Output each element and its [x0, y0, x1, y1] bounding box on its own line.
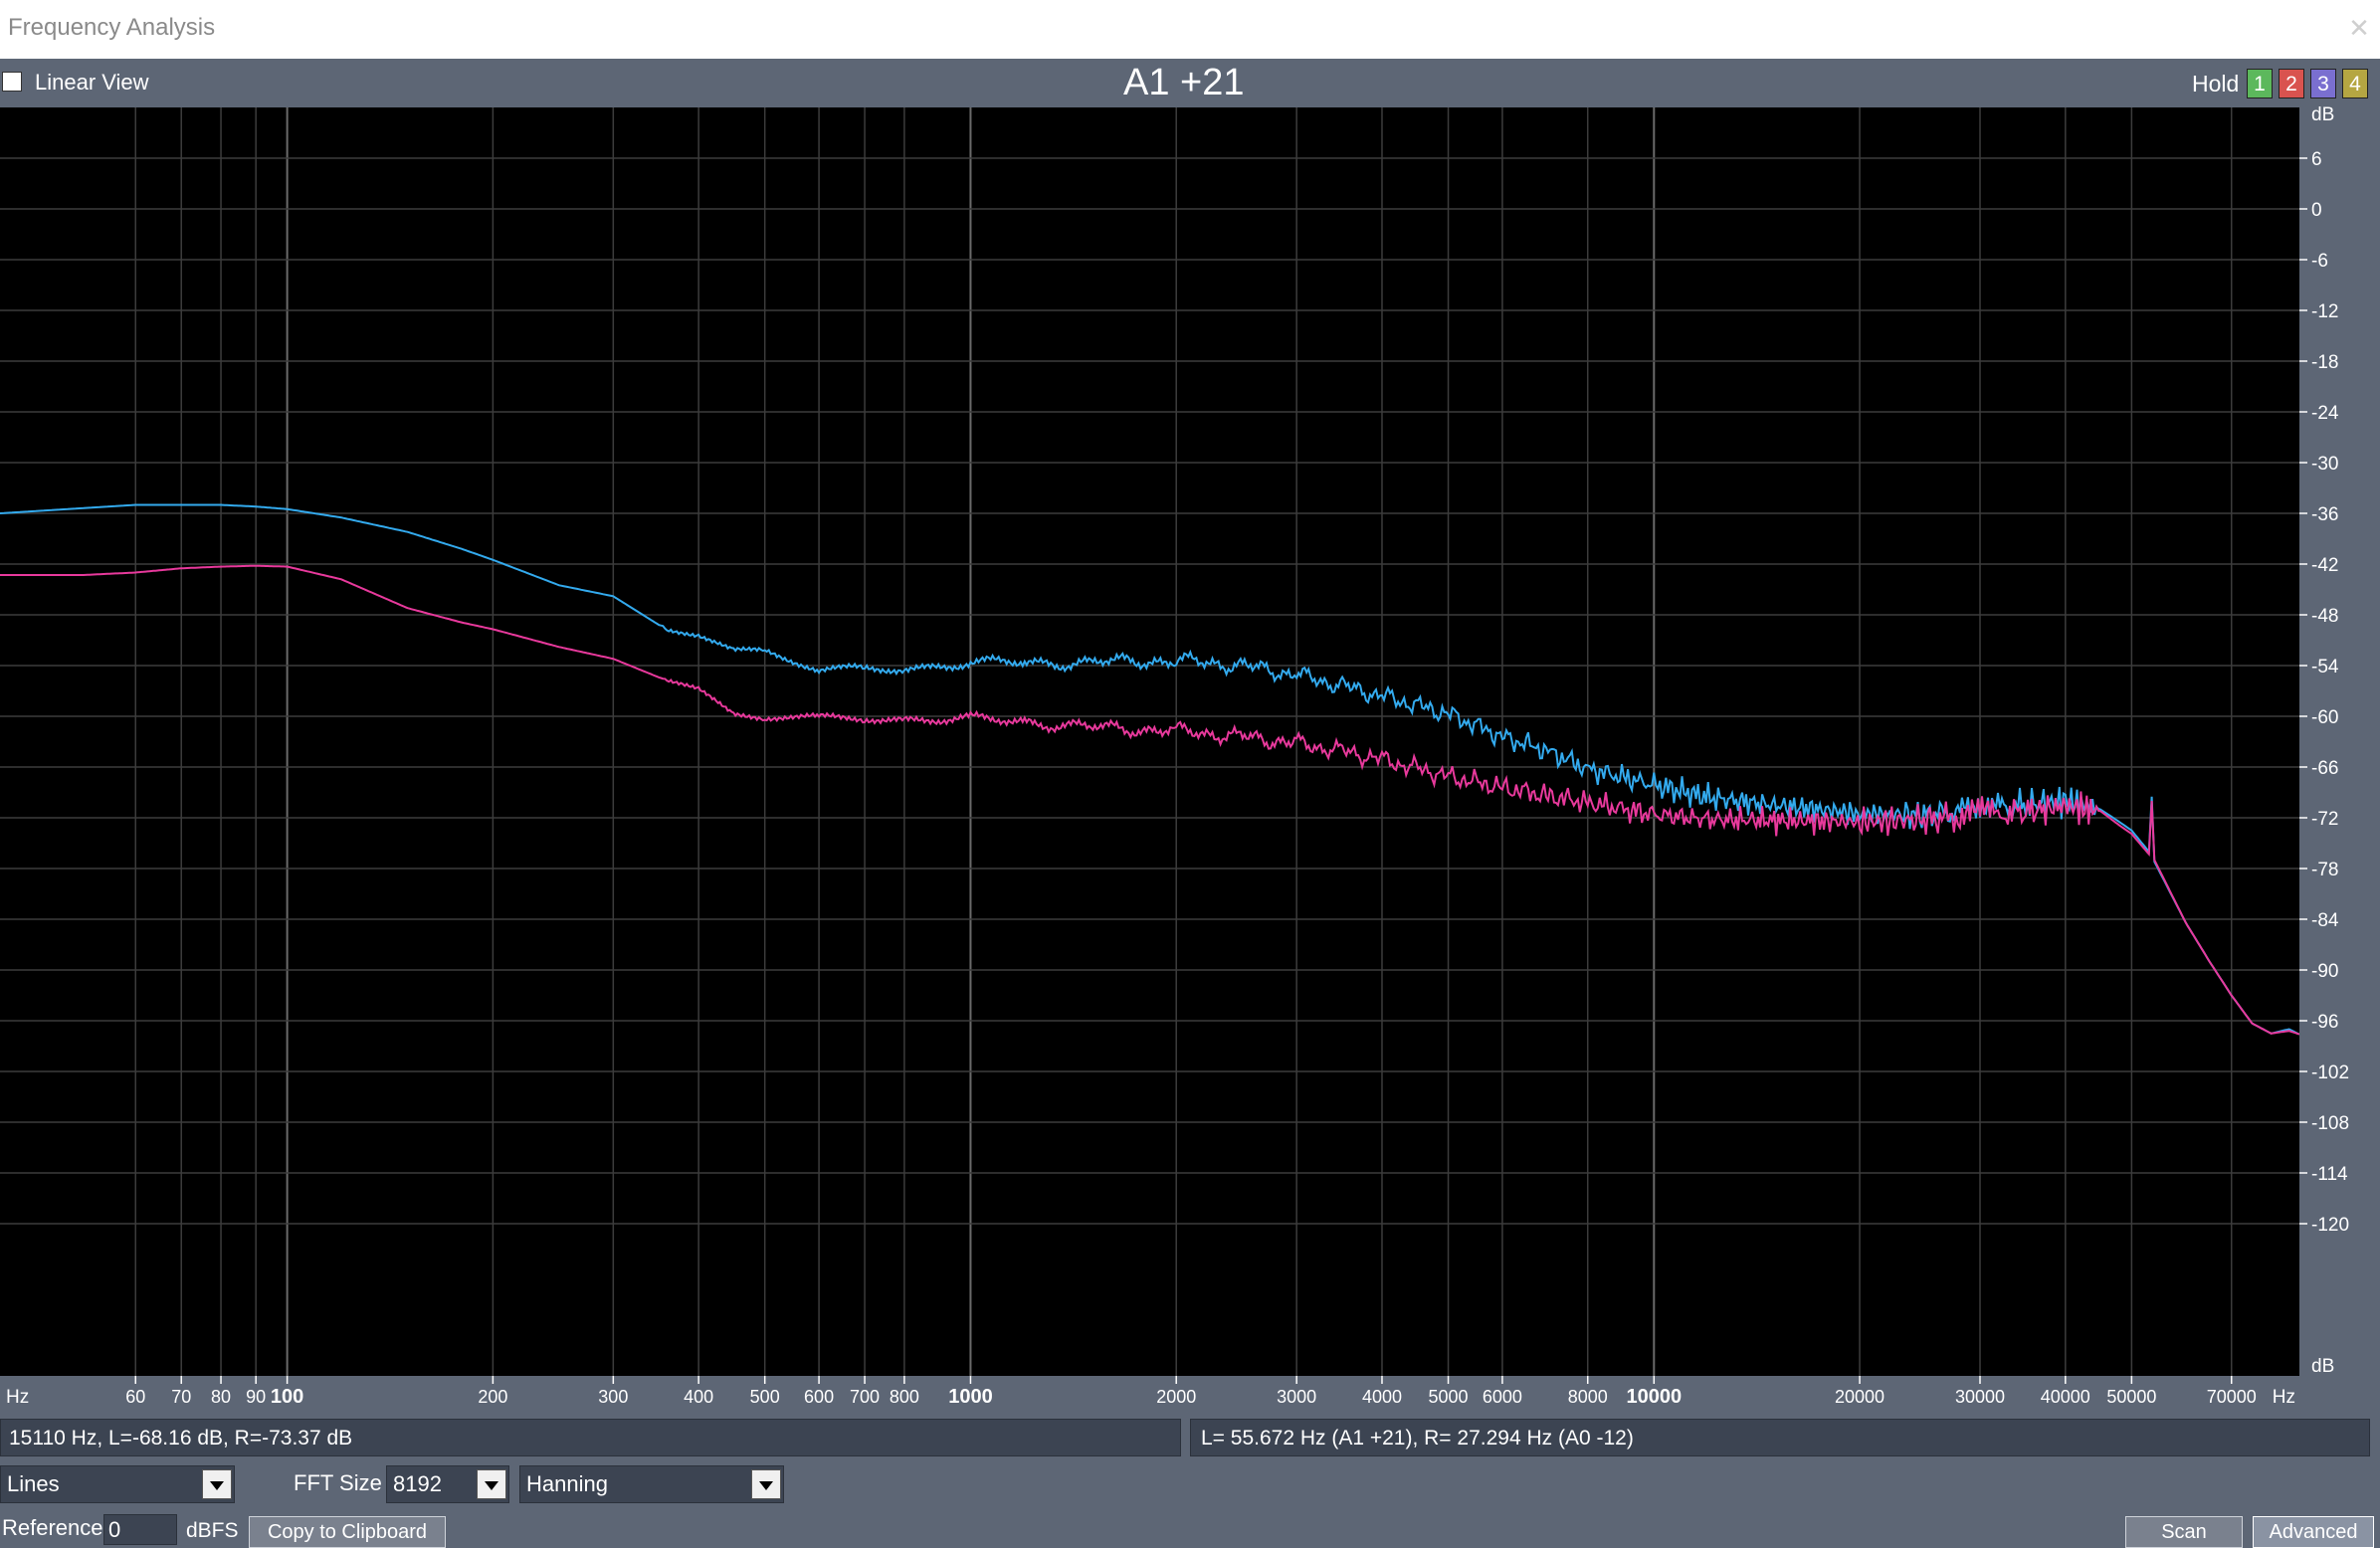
y-tick-label: -96: [2311, 1012, 2338, 1033]
y-tick-label: -84: [2311, 910, 2339, 931]
y-tick-label: -18: [2311, 352, 2338, 373]
x-tick-label: 300: [598, 1387, 628, 1407]
y-tick-label: -12: [2311, 301, 2338, 322]
chevron-down-icon[interactable]: [202, 1469, 232, 1499]
fft-size-select[interactable]: 8192: [386, 1465, 509, 1503]
x-tick-label: 70: [171, 1387, 191, 1407]
x-tick-label: 80: [211, 1387, 231, 1407]
x-tick-label: 6000: [1483, 1387, 1522, 1407]
x-tick-label: 90: [246, 1387, 266, 1407]
scan-button[interactable]: Scan: [2125, 1516, 2243, 1548]
y-tick-label: -54: [2311, 657, 2339, 677]
chevron-down-icon[interactable]: [477, 1469, 506, 1499]
hold-button-1[interactable]: 1: [2247, 69, 2273, 98]
x-tick-label: 400: [684, 1387, 713, 1407]
hold-label: Hold: [2192, 71, 2240, 97]
y-tick-label: -60: [2311, 707, 2338, 728]
reference-unit-label: dBFS: [186, 1519, 239, 1542]
x-tick-label: 700: [850, 1387, 880, 1407]
x-unit-label-left: Hz: [6, 1387, 29, 1408]
hold-button-2[interactable]: 2: [2279, 69, 2304, 98]
window-function-value: Hanning: [526, 1471, 608, 1496]
y-tick-label: -36: [2311, 504, 2338, 525]
y-tick-label: 6: [2311, 149, 2322, 170]
fft-size-value: 8192: [393, 1471, 442, 1496]
linear-view-label: Linear View: [35, 70, 149, 95]
y-tick-label: -66: [2311, 758, 2338, 779]
x-tick-label: 1000: [948, 1386, 993, 1408]
frequency-chart[interactable]: 60-6-12-18-24-30-36-42-48-54-60-66-72-78…: [0, 106, 2380, 1417]
x-tick-label: 20000: [1835, 1387, 1884, 1407]
y-tick-label: -78: [2311, 860, 2338, 880]
y-tick-label: -6: [2311, 251, 2328, 272]
cursor-readout: 15110 Hz, L=-68.16 dB, R=-73.37 dB: [0, 1419, 1181, 1456]
reference-input[interactable]: 0: [103, 1514, 177, 1545]
chevron-down-icon[interactable]: [751, 1469, 781, 1499]
x-tick-label: 100: [271, 1386, 303, 1408]
y-tick-label: -42: [2311, 555, 2338, 576]
x-tick-label: 40000: [2041, 1387, 2090, 1407]
x-tick-label: 8000: [1568, 1387, 1608, 1407]
hold-button-3[interactable]: 3: [2310, 69, 2336, 98]
chart-title: A1 +21: [1123, 62, 1245, 103]
display-mode-select[interactable]: Lines: [0, 1465, 235, 1503]
x-tick-label: 30000: [1955, 1387, 2005, 1407]
x-tick-label: 600: [804, 1387, 834, 1407]
x-tick-label: 3000: [1277, 1387, 1316, 1407]
reference-label: Reference: [2, 1515, 103, 1540]
y-tick-label: -30: [2311, 454, 2338, 475]
y-tick-label: -108: [2311, 1113, 2349, 1134]
x-tick-label: 60: [125, 1387, 145, 1407]
x-tick-label: 800: [890, 1387, 919, 1407]
linear-view-checkbox[interactable]: [2, 72, 22, 92]
window-title: Frequency Analysis: [8, 14, 216, 41]
x-tick-label: 50000: [2106, 1387, 2156, 1407]
x-tick-label: 5000: [1429, 1387, 1469, 1407]
y-unit-label-top: dB: [2311, 106, 2334, 125]
advanced-button[interactable]: Advanced: [2253, 1516, 2374, 1548]
x-tick-label: 200: [478, 1387, 507, 1407]
y-unit-label-bottom: dB: [2311, 1356, 2334, 1377]
y-tick-label: -114: [2311, 1164, 2348, 1185]
plot-area[interactable]: [0, 107, 2299, 1376]
y-tick-label: 0: [2311, 200, 2322, 221]
x-unit-label-right: Hz: [2273, 1387, 2295, 1408]
x-tick-label: 500: [750, 1387, 780, 1407]
x-tick-label: 2000: [1156, 1387, 1196, 1407]
x-tick-label: 4000: [1362, 1387, 1402, 1407]
window-function-select[interactable]: Hanning: [519, 1465, 784, 1503]
peak-readout: L= 55.672 Hz (A1 +21), R= 27.294 Hz (A0 …: [1190, 1419, 2370, 1456]
fft-size-label: FFT Size: [294, 1470, 382, 1495]
y-tick-label: -120: [2311, 1215, 2349, 1236]
x-tick-label: 70000: [2207, 1387, 2257, 1407]
y-tick-label: -102: [2311, 1063, 2349, 1083]
x-tick-label: 10000: [1626, 1386, 1682, 1408]
copy-to-clipboard-button[interactable]: Copy to Clipboard: [249, 1516, 446, 1548]
y-tick-label: -72: [2311, 809, 2338, 830]
title-bar: Frequency Analysis ✕: [0, 0, 2380, 59]
hold-button-4[interactable]: 4: [2342, 69, 2368, 98]
display-mode-value: Lines: [7, 1471, 60, 1496]
y-axis-panel: [2299, 107, 2380, 1376]
y-tick-label: -24: [2311, 403, 2339, 424]
y-tick-label: -48: [2311, 606, 2338, 627]
y-tick-label: -90: [2311, 961, 2338, 982]
close-icon[interactable]: ✕: [2344, 14, 2374, 44]
